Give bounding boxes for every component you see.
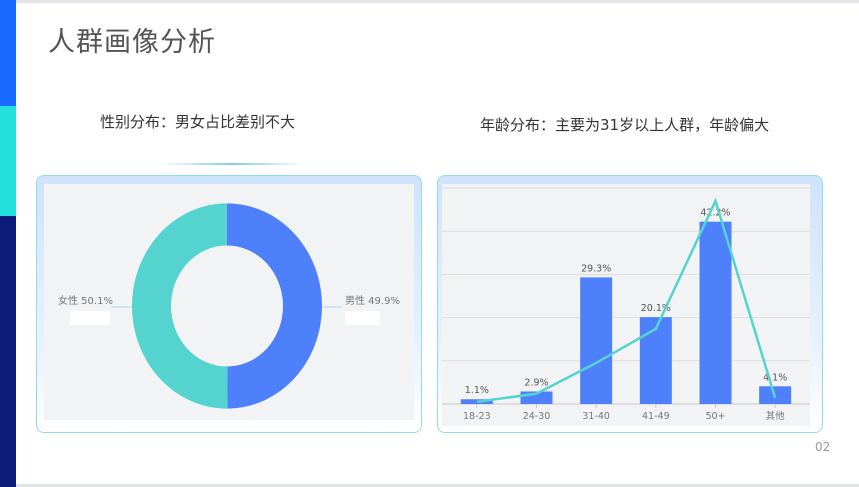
bar-value-label: 1.1%: [465, 385, 489, 396]
bar-value-label: 29.3%: [581, 263, 611, 274]
page-title: 人群画像分析: [48, 27, 216, 58]
slice-male: [227, 203, 322, 409]
accent-bar-blue: [0, 0, 16, 106]
x-tick-label: 18-23: [463, 411, 491, 422]
accent-bar-navy: [0, 216, 16, 487]
male-label: 男性 49.9%: [345, 294, 400, 307]
top-divider: [16, 0, 859, 3]
age-card: 1.1% 18-23 2.9% 24-30 29.3% 31-40 20.1% 41-49 42…: [437, 175, 823, 433]
x-tick-label: 24-30: [523, 411, 551, 422]
bar-50+: [699, 221, 732, 404]
decorative-glow: [160, 163, 305, 165]
label-box: [345, 311, 380, 325]
gender-card: 女性 50.1% 男性 49.9%: [36, 175, 422, 433]
x-tick-label: 41-49: [642, 411, 670, 422]
label-box: [70, 311, 110, 325]
x-tick-label: 31-40: [582, 411, 610, 422]
x-tick-label: 其他: [766, 410, 786, 422]
bar-value-label: 2.9%: [524, 377, 548, 388]
age-subtitle: 年龄分布：主要为31岁以上人群，年龄偏大: [480, 116, 770, 134]
female-label: 女性 50.1%: [58, 294, 113, 307]
gender-subtitle: 性别分布：男女占比差别不大: [100, 113, 296, 131]
slice-female: [131, 203, 228, 409]
gender-chart-panel: 女性 50.1% 男性 49.9%: [44, 184, 414, 420]
bar-value-label: 42.2%: [700, 208, 730, 219]
x-tick-label: 50+: [705, 411, 725, 422]
bar-31-40: [580, 277, 613, 404]
age-chart-panel: 1.1% 18-23 2.9% 24-30 29.3% 31-40 20.1% 41-49 42…: [442, 184, 810, 426]
accent-bar-cyan: [0, 106, 16, 216]
donut-group: [131, 203, 322, 409]
age-bar-chart: 1.1%18-232.9%24-3029.3%31-4020.1%41-4942…: [442, 187, 810, 422]
page-number: 02: [815, 440, 831, 454]
gender-donut-chart: 女性 50.1% 男性 49.9%: [58, 203, 400, 409]
